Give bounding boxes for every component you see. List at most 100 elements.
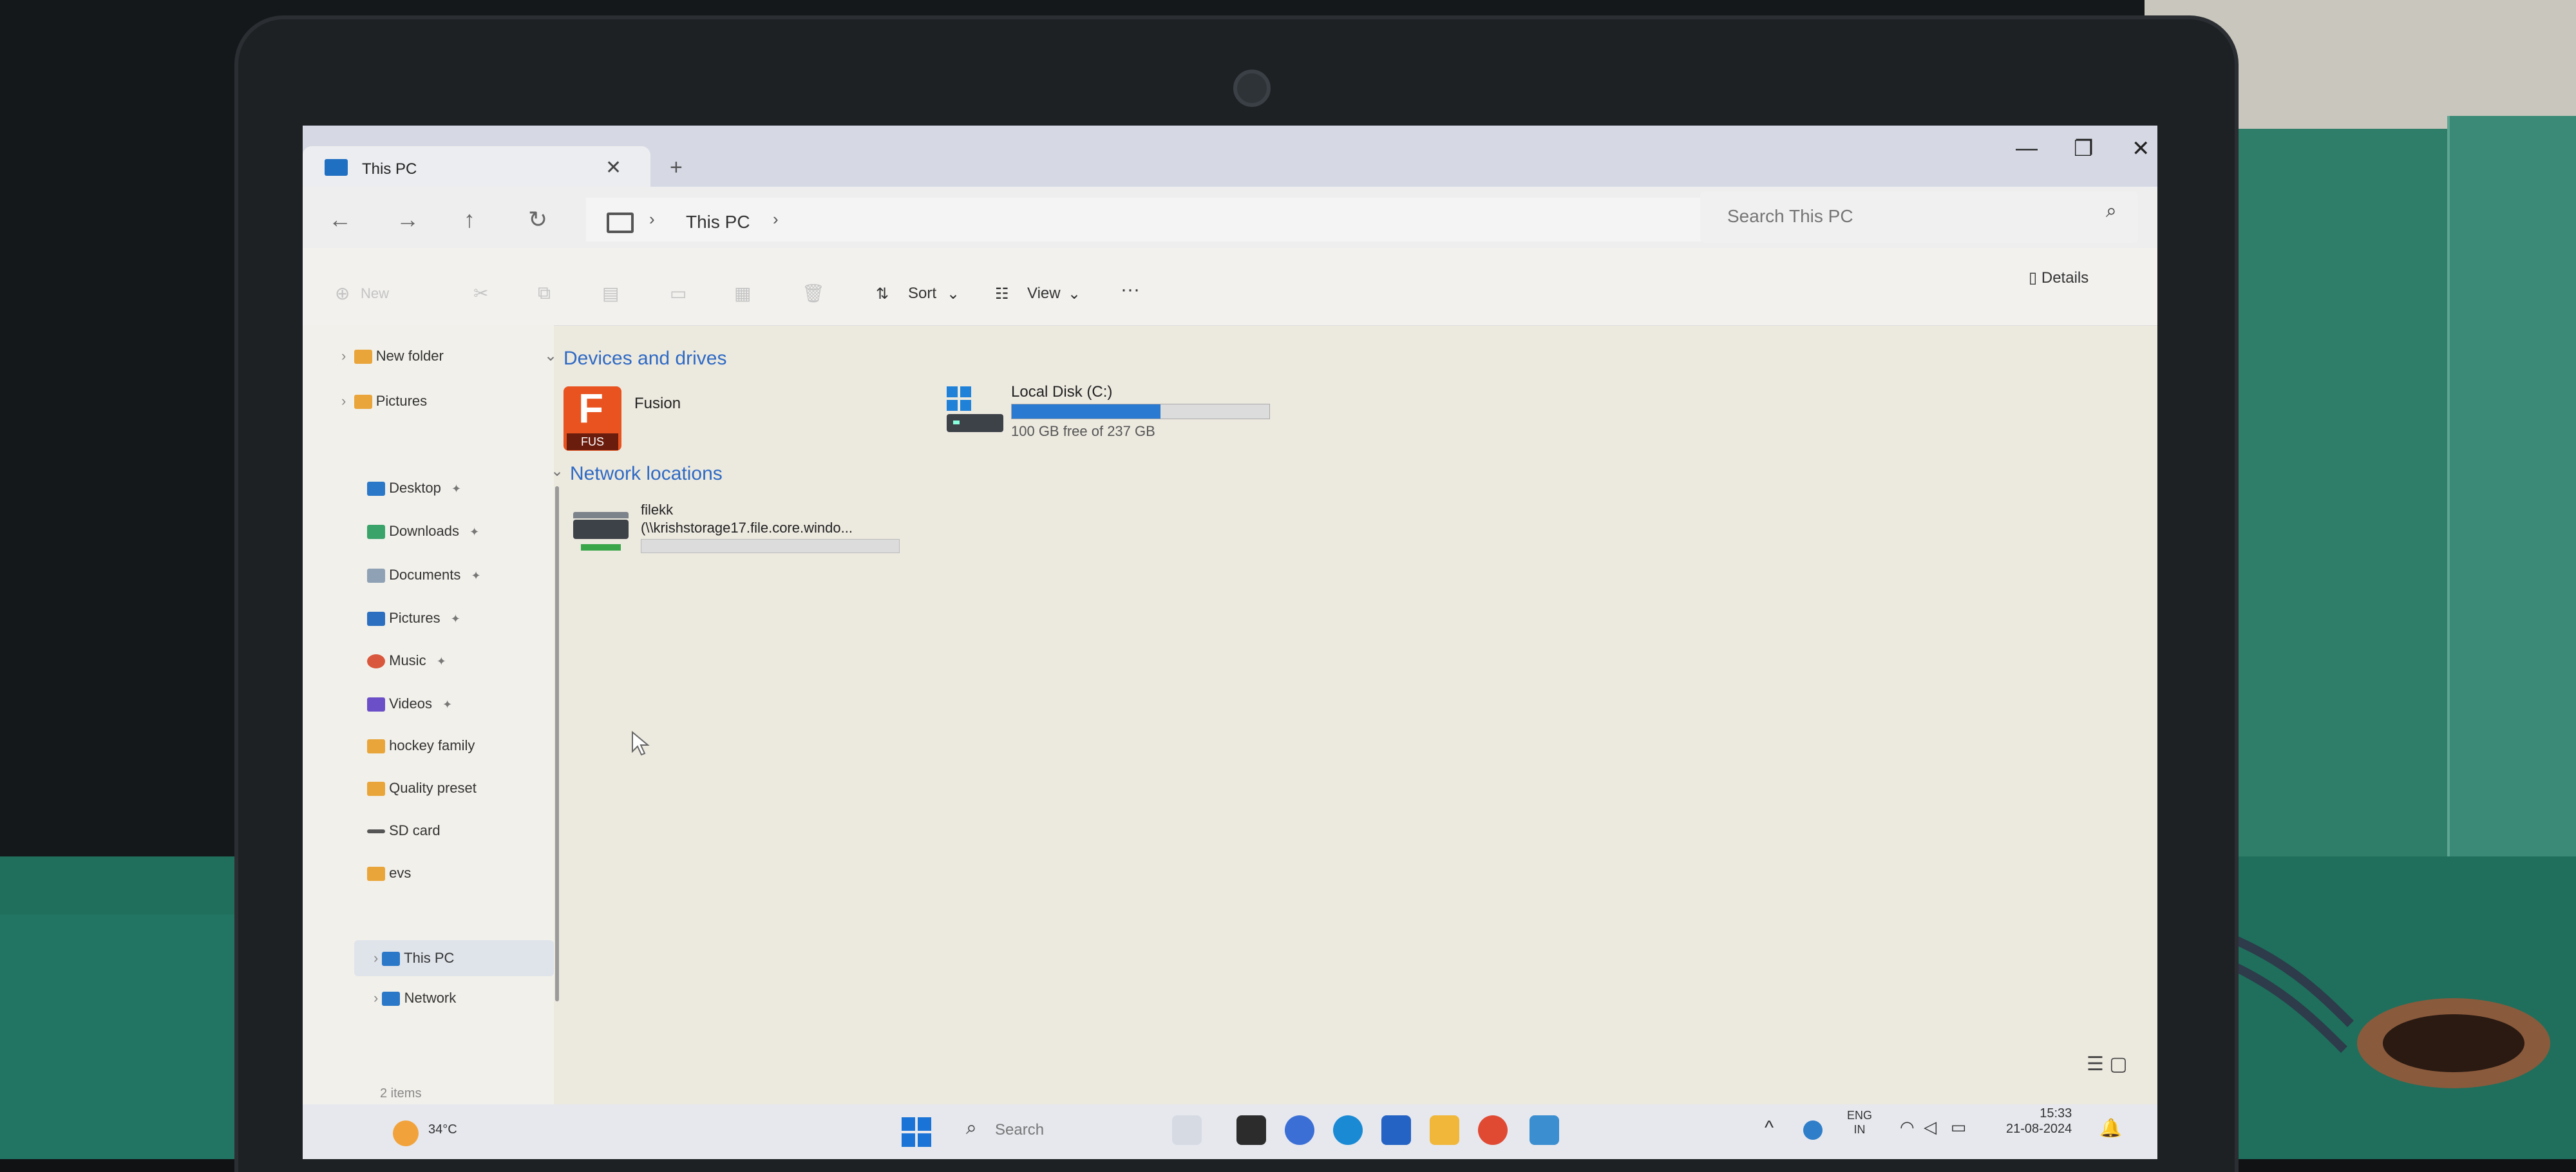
tray-overflow-icon[interactable]: ^ — [1765, 1117, 1774, 1139]
sidebar-item-new-folder[interactable]: › New folder — [341, 348, 444, 364]
close-button[interactable]: ✕ — [2132, 136, 2150, 162]
paste-icon[interactable]: ▤ — [602, 283, 619, 304]
details-label: Details — [2041, 269, 2089, 287]
sidebar-item-label: Videos — [389, 695, 432, 712]
layout-toggle-icons[interactable]: ☰ ▢ — [2087, 1053, 2128, 1075]
clock[interactable]: 15:33 21-08-2024 — [2006, 1106, 2072, 1137]
chat-icon[interactable] — [1285, 1115, 1314, 1145]
sidebar-item-documents[interactable]: Documents ✦ — [367, 567, 481, 583]
file-explorer-icon[interactable] — [1430, 1115, 1459, 1145]
weather-temperature[interactable]: 34°C — [428, 1122, 457, 1137]
chrome-icon[interactable] — [1478, 1115, 1508, 1145]
notification-bell-icon[interactable]: 🔔 — [2099, 1117, 2122, 1139]
sidebar-item-hockey-family[interactable]: hockey family — [367, 737, 475, 754]
pictures-icon — [367, 612, 385, 627]
weather-icon[interactable] — [393, 1120, 419, 1146]
sidebar-scrollbar[interactable] — [555, 486, 559, 1001]
start-button[interactable] — [902, 1117, 931, 1147]
network-drive-icon[interactable] — [573, 520, 629, 539]
store-icon[interactable] — [1530, 1115, 1559, 1145]
folder-icon — [354, 395, 372, 410]
breadcrumb-this-pc[interactable]: This PC — [686, 212, 750, 232]
task-view-icon[interactable] — [1172, 1115, 1202, 1145]
view-icon: ☷ — [995, 285, 1009, 303]
sidebar-item-this-pc[interactable]: › This PC — [374, 950, 454, 967]
pin-icon: ✦ — [444, 482, 462, 495]
videos-icon — [367, 697, 385, 712]
network-drive-path[interactable]: (\\krishstorage17.file.core.windo... — [641, 520, 853, 536]
chevron-down-icon: ⌄ — [947, 285, 960, 303]
sidebar-item-evs[interactable]: evs — [367, 865, 411, 882]
new-tab-button[interactable]: + — [670, 155, 683, 180]
taskbar-search-box[interactable]: Search — [995, 1121, 1044, 1139]
sidebar-item-sd-card[interactable]: SD card — [367, 822, 440, 839]
sidebar-item-downloads[interactable]: Downloads ✦ — [367, 523, 479, 540]
maximize-button[interactable]: ❐ — [2074, 136, 2093, 162]
group-network-locations[interactable]: Network locations — [570, 463, 723, 485]
sidebar-item-pictures-folder[interactable]: › Pictures — [341, 393, 427, 410]
onedrive-icon[interactable] — [1803, 1120, 1823, 1140]
network-drive-name[interactable]: filekk — [641, 502, 673, 518]
search-icon[interactable]: ⌕ — [2106, 200, 2117, 222]
sidebar-item-quality-preset[interactable]: Quality preset — [367, 780, 477, 797]
monitor-icon — [607, 213, 634, 233]
disk-usage-bar — [1011, 404, 1270, 419]
back-button[interactable]: ← — [328, 206, 352, 233]
minimize-button[interactable]: — — [2016, 136, 2038, 161]
music-icon — [367, 654, 385, 669]
widgets-icon[interactable] — [1236, 1115, 1266, 1145]
breadcrumb-separator[interactable]: › — [649, 209, 655, 229]
language-indicator[interactable]: ENG IN — [1847, 1108, 1872, 1137]
sidebar-item-music[interactable]: Music ✦ — [367, 652, 446, 669]
mail-icon[interactable] — [1381, 1115, 1411, 1145]
disk-free-space: 100 GB free of 237 GB — [1011, 423, 1155, 439]
up-button[interactable]: ↑ — [464, 206, 475, 233]
folder-icon — [367, 782, 385, 797]
sort-button[interactable]: Sort — [908, 285, 936, 303]
sidebar-item-label: SD card — [389, 822, 440, 838]
sidebar-item-label: New folder — [375, 348, 444, 364]
webcam — [1233, 70, 1271, 107]
chevron-down-icon[interactable]: ⌄ — [544, 346, 557, 365]
refresh-button[interactable]: ↻ — [528, 206, 547, 233]
sidebar-item-label: Desktop — [389, 480, 441, 496]
sidebar-item-pictures[interactable]: Pictures ✦ — [367, 610, 460, 627]
tab-close-icon[interactable]: ✕ — [605, 156, 621, 179]
this-pc-icon — [382, 952, 401, 967]
fusion-icon-letter: F — [578, 385, 604, 431]
search-input[interactable] — [1726, 204, 2089, 229]
cut-icon[interactable]: ✂ — [473, 283, 488, 304]
pin-icon: ✦ — [436, 698, 453, 711]
edge-browser-icon[interactable] — [1333, 1115, 1363, 1145]
tray-status-icons[interactable]: ◠ ◁ ▭ — [1900, 1117, 1966, 1137]
sidebar-item-network[interactable]: › Network — [374, 990, 456, 1007]
breadcrumb-separator[interactable]: › — [773, 209, 779, 229]
rename-icon[interactable]: ▭ — [670, 283, 687, 304]
group-devices-and-drives[interactable]: Devices and drives — [564, 348, 726, 370]
local-disk-label[interactable]: Local Disk (C:) — [1011, 383, 1112, 401]
windows-logo-icon — [947, 386, 971, 411]
clock-time: 15:33 — [2040, 1106, 2072, 1120]
drive-icon — [367, 829, 385, 834]
taskbar-search-icon[interactable]: ⌕ — [966, 1117, 977, 1139]
sidebar-item-videos[interactable]: Videos ✦ — [367, 695, 452, 712]
forward-button[interactable]: → — [396, 206, 419, 233]
folder-icon — [367, 739, 385, 754]
chevron-down-icon[interactable]: ⌄ — [551, 462, 564, 480]
tab-this-pc[interactable] — [303, 146, 650, 187]
screen: This PC ✕ + — ❐ ✕ ← → ↑ ↻ › This PC › ⌕ … — [303, 126, 2157, 1159]
details-button[interactable]: ▯ Details — [2029, 269, 2088, 287]
copy-icon[interactable]: ⧉ — [538, 283, 551, 304]
view-button[interactable]: View — [1027, 285, 1061, 303]
taskbar — [303, 1104, 2157, 1159]
network-icon — [382, 992, 401, 1007]
sidebar-item-desktop[interactable]: Desktop ✦ — [367, 480, 461, 496]
share-icon[interactable]: ▦ — [734, 283, 751, 304]
fusion-drive-label[interactable]: Fusion — [634, 395, 681, 413]
delete-icon[interactable]: 🗑 — [802, 283, 825, 304]
new-button[interactable]: New — [361, 285, 389, 302]
chevron-down-icon: ⌄ — [1068, 285, 1081, 303]
volume-icon: ◁ — [1924, 1117, 1937, 1137]
sidebar-item-label: This PC — [404, 950, 455, 966]
more-options-button[interactable]: ··· — [1121, 279, 1140, 301]
